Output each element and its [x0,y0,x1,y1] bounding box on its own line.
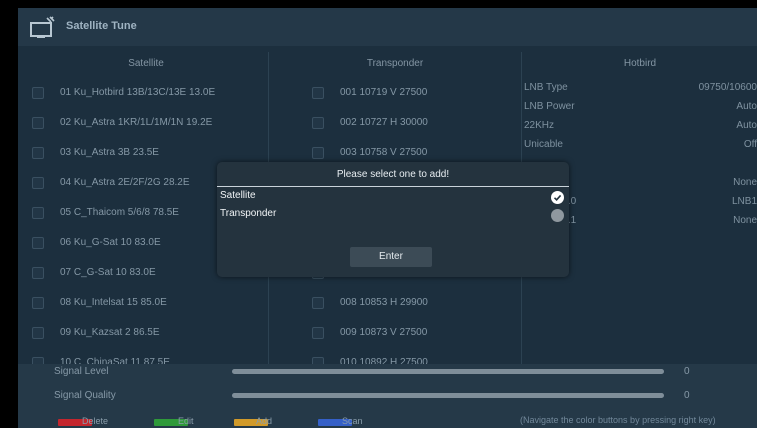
column-header-selected-satellite: Hotbird [623,58,657,69]
satellite-checkbox[interactable] [32,87,44,99]
satellite-checkbox[interactable] [32,237,44,249]
property-key: LNB Power [524,101,575,112]
satellite-name: 08 Ku_Intelsat 15 85.0E [60,297,167,308]
transponder-row[interactable]: 009 10873 V 27500 [306,318,516,348]
transponder-entry: 008 10853 H 29900 [340,297,428,308]
transponder-row[interactable]: 001 10719 V 27500 [306,78,516,108]
transponder-checkbox[interactable] [312,87,324,99]
satellite-name: 02 Ku_Astra 1KR/1L/1M/1N 19.2E [60,117,213,128]
transponder-checkbox[interactable] [312,117,324,129]
property-row[interactable]: LNB Power Auto [524,97,757,116]
property-value: Off [743,139,757,150]
transponder-entry: 002 10727 H 30000 [340,117,428,128]
satellite-checkbox[interactable] [32,117,44,129]
satellite-name: 06 Ku_G-Sat 10 83.0E [60,237,161,248]
satellite-checkbox[interactable] [32,207,44,219]
property-value: None [733,177,757,188]
signal-quality-bar [232,393,664,398]
option-transponder[interactable]: Transponder [220,208,276,219]
satellite-name: 04 Ku_Astra 2E/2F/2G 28.2E [60,177,190,188]
transponder-checkbox[interactable] [312,147,324,159]
option-satellite[interactable]: Satellite [220,190,256,201]
property-key: Unicable [524,139,563,150]
page-title: Satellite Tune [66,20,137,32]
property-row[interactable]: 22KHz Auto [524,116,757,135]
tv-satellite-icon [30,16,55,38]
satellite-checkbox[interactable] [32,147,44,159]
signal-quality-fill [232,393,664,398]
satellite-name: 01 Ku_Hotbird 13B/13C/13E 13.0E [60,87,216,98]
signal-level-label: Signal Level [54,366,109,377]
satellite-name: 05 C_Thaicom 5/6/8 78.5E [60,207,179,218]
satellite-name: 03 Ku_Astra 3B 23.5E [60,147,159,158]
satellite-name: 07 C_G-Sat 10 83.0E [60,267,156,278]
option-transponder-radio[interactable] [551,209,564,222]
scan-button-label: Scan [342,416,363,426]
edit-button-label: Edit [178,416,194,426]
property-value: Auto [736,101,757,112]
signal-level-value: 0 [684,366,690,377]
property-key: 22KHz [524,120,555,131]
satellite-row[interactable]: 09 Ku_Kazsat 2 86.5E [26,318,266,348]
property-key: LNB Type [524,82,568,93]
dialog-divider [217,186,569,187]
check-icon [553,194,562,201]
satellite-checkbox[interactable] [32,327,44,339]
signal-quality-value: 0 [684,390,690,401]
transponder-checkbox[interactable] [312,327,324,339]
header-bar: Satellite Tune [18,8,757,46]
property-value: 09750/10600 [698,82,757,93]
property-value: LNB1 [731,196,757,207]
signal-level-fill [232,369,664,374]
satellite-row[interactable]: 08 Ku_Intelsat 15 85.0E [26,288,266,318]
navigation-hint: (Navigate the color buttons by pressing … [520,415,716,425]
transponder-entry: 001 10719 V 27500 [340,87,428,98]
enter-button[interactable]: Enter [350,247,432,267]
satellite-row[interactable]: 01 Ku_Hotbird 13B/13C/13E 13.0E [26,78,266,108]
transponder-checkbox[interactable] [312,297,324,309]
satellite-checkbox[interactable] [32,177,44,189]
satellite-row[interactable]: 02 Ku_Astra 1KR/1L/1M/1N 19.2E [26,108,266,138]
transponder-entry: 009 10873 V 27500 [340,327,428,338]
signal-quality-label: Signal Quality [54,390,116,401]
property-value: None [733,215,757,226]
option-satellite-radio[interactable] [551,191,564,204]
transponder-row[interactable]: 008 10853 H 29900 [306,288,516,318]
dialog-title: Please select one to add! [336,169,450,180]
column-header-satellite: Satellite [128,58,164,69]
property-row[interactable]: LNB Type 09750/10600 [524,78,757,97]
satellite-checkbox[interactable] [32,267,44,279]
add-selection-dialog: Please select one to add! Satellite Tran… [217,162,569,277]
satellite-name: 09 Ku_Kazsat 2 86.5E [60,327,160,338]
property-value: Auto [736,120,757,131]
signal-level-bar [232,369,664,374]
add-button-label: Add [256,416,273,426]
delete-button-label: Delete [82,416,109,426]
satellite-checkbox[interactable] [32,297,44,309]
property-row[interactable]: Unicable Off [524,135,757,154]
transponder-row[interactable]: 002 10727 H 30000 [306,108,516,138]
column-header-transponder: Transponder [366,58,424,69]
